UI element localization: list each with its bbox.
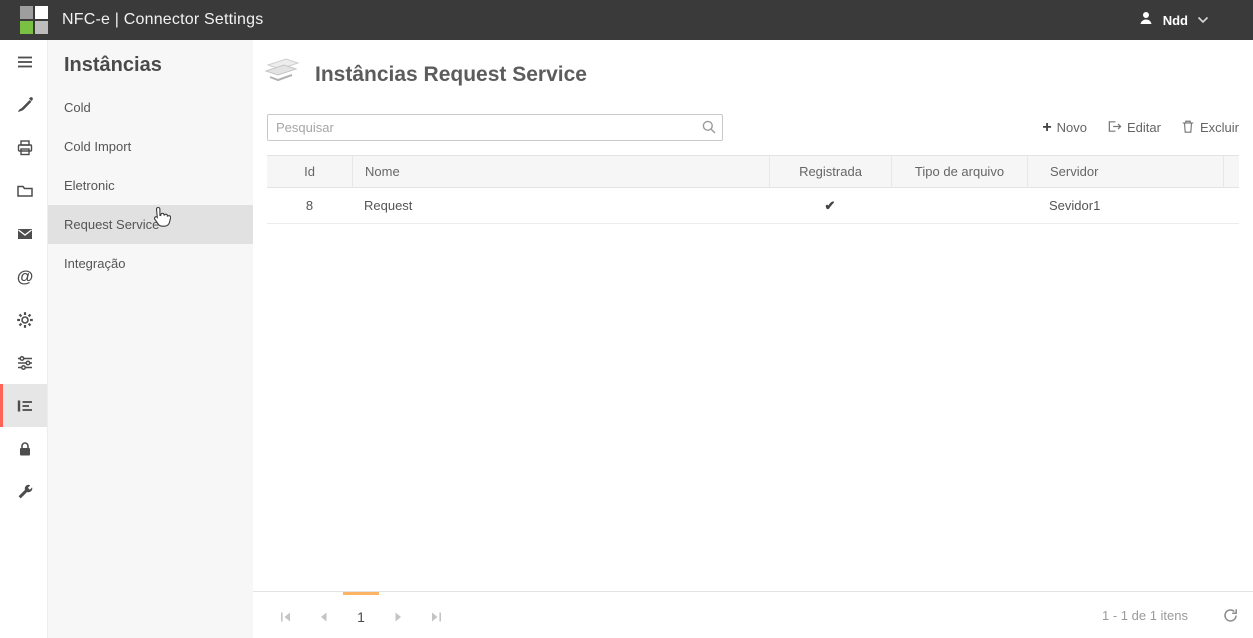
- rail-item-tools[interactable]: [0, 470, 47, 513]
- data-grid: Id Nome Registrada Tipo de arquivo Servi…: [267, 155, 1239, 224]
- cell-nome: Request: [352, 198, 769, 213]
- refresh-icon[interactable]: [1222, 607, 1239, 624]
- delete-button[interactable]: Excluir: [1181, 119, 1239, 137]
- grid-header-row: Id Nome Registrada Tipo de arquivo Servi…: [267, 155, 1239, 188]
- wrench-icon: [16, 483, 34, 501]
- folder-icon: [16, 182, 34, 200]
- connector-brush-icon: [16, 96, 34, 114]
- sidebar-item-request-service[interactable]: Request Service: [48, 205, 253, 244]
- pager-page-1[interactable]: 1: [343, 592, 379, 638]
- sidebar: Instâncias Cold Cold Import Eletronic Re…: [48, 40, 253, 638]
- column-header-registrada[interactable]: Registrada: [769, 156, 891, 187]
- sidebar-item-integracao[interactable]: Integração: [48, 244, 253, 283]
- pager: 1 1 - 1 de 1 itens: [253, 591, 1253, 638]
- column-header-tipo-de-arquivo[interactable]: Tipo de arquivo: [891, 156, 1027, 187]
- rail-item-mail[interactable]: [0, 212, 47, 255]
- user-name-label: Ndd: [1163, 13, 1188, 28]
- search-box: [267, 114, 723, 141]
- page-stack-icon: [259, 54, 303, 97]
- rail-item-sliders[interactable]: [0, 341, 47, 384]
- edit-button[interactable]: Editar: [1107, 119, 1161, 137]
- pager-first-button[interactable]: [267, 592, 305, 638]
- sidebar-item-cold-import[interactable]: Cold Import: [48, 127, 253, 166]
- page-title: Instâncias Request Service: [315, 63, 587, 87]
- sliders-icon: [16, 354, 34, 372]
- icon-rail: @: [0, 40, 48, 638]
- registered-check-icon: ✔: [769, 198, 891, 214]
- rail-item-connector[interactable]: [0, 83, 47, 126]
- column-header-servidor[interactable]: Servidor: [1027, 156, 1223, 187]
- logo-square: [20, 21, 33, 34]
- gear-icon: [16, 311, 34, 329]
- page-header: Instâncias Request Service: [253, 40, 1253, 98]
- grid-actions: + Novo Editar Excluir: [1042, 119, 1239, 137]
- column-header-id[interactable]: Id: [267, 156, 352, 187]
- content-area: + Novo Editar Excluir: [253, 98, 1253, 591]
- toolbar-row: + Novo Editar Excluir: [267, 114, 1239, 141]
- app-logo: [20, 6, 48, 34]
- plus-icon: +: [1042, 120, 1051, 136]
- sidebar-item-eletronic[interactable]: Eletronic: [48, 166, 253, 205]
- column-header-spacer: [1223, 156, 1248, 187]
- trash-icon: [1181, 119, 1195, 137]
- rail-item-settings[interactable]: [0, 298, 47, 341]
- app-title: NFC-e | Connector Settings: [62, 11, 263, 29]
- rail-item-at[interactable]: @: [0, 255, 47, 298]
- pager-prev-button[interactable]: [305, 592, 343, 638]
- mail-icon: [16, 225, 34, 243]
- column-header-nome[interactable]: Nome: [352, 156, 769, 187]
- logo-square: [35, 21, 48, 34]
- table-row[interactable]: 8 Request ✔ Sevidor1: [267, 188, 1239, 224]
- new-button-label: Novo: [1057, 120, 1087, 135]
- menu-icon: [16, 53, 34, 71]
- grid-empty-space: [267, 224, 1239, 591]
- printer-icon: [16, 139, 34, 157]
- new-button[interactable]: + Novo: [1042, 120, 1087, 136]
- rail-item-folder[interactable]: [0, 169, 47, 212]
- rail-item-security[interactable]: [0, 427, 47, 470]
- user-icon: [1138, 10, 1154, 31]
- main-panel: Instâncias Request Service + Novo: [253, 40, 1253, 638]
- delete-button-label: Excluir: [1200, 120, 1239, 135]
- edit-button-label: Editar: [1127, 120, 1161, 135]
- chevron-down-icon: [1197, 11, 1209, 29]
- at-sign-icon: @: [17, 267, 34, 287]
- topbar: NFC-e | Connector Settings Ndd: [0, 0, 1253, 40]
- logo-square: [20, 6, 33, 19]
- cell-servidor: Sevidor1: [1027, 198, 1223, 213]
- rail-item-instances[interactable]: [0, 384, 47, 427]
- cell-id: 8: [267, 198, 352, 213]
- user-menu[interactable]: Ndd: [1138, 10, 1209, 31]
- layout: @ Instâncias Cold Cold Import Eletronic …: [0, 40, 1253, 638]
- search-icon[interactable]: [701, 119, 717, 140]
- lock-icon: [16, 440, 34, 458]
- pager-last-button[interactable]: [417, 592, 455, 638]
- pager-next-button[interactable]: [379, 592, 417, 638]
- instances-list-icon: [16, 397, 34, 415]
- logo-square: [35, 6, 48, 19]
- search-input[interactable]: [267, 114, 723, 141]
- rail-item-menu[interactable]: [0, 40, 47, 83]
- sidebar-item-cold[interactable]: Cold: [48, 88, 253, 127]
- pager-info-label: 1 - 1 de 1 itens: [1102, 608, 1188, 623]
- rail-item-printer[interactable]: [0, 126, 47, 169]
- sidebar-heading: Instâncias: [48, 40, 253, 88]
- edit-icon: [1107, 119, 1122, 137]
